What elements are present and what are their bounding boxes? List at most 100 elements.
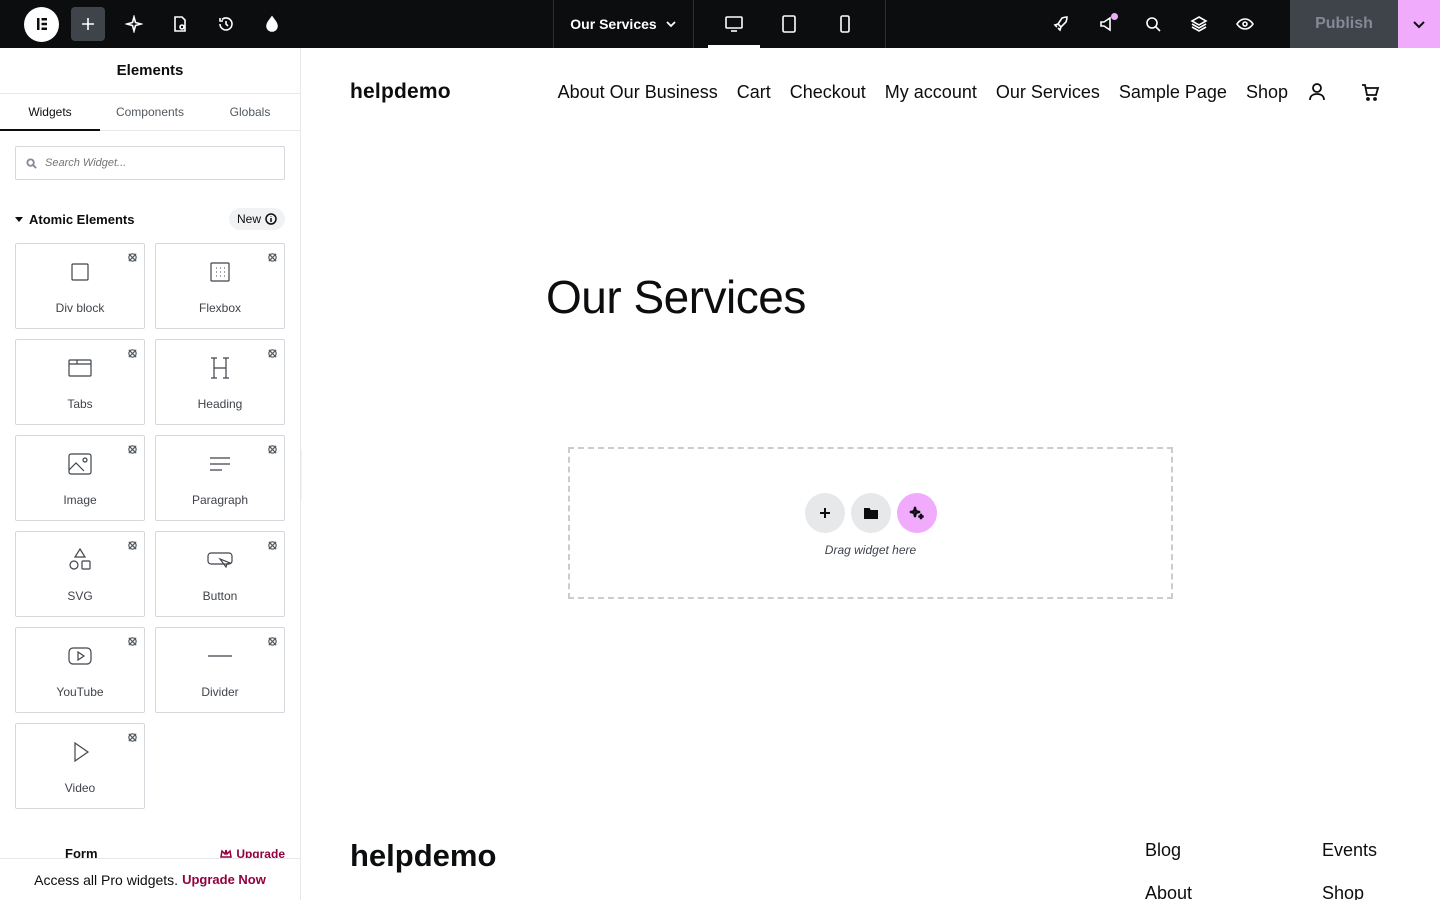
badge-label: New <box>236 212 261 226</box>
pin-icon[interactable] <box>267 538 278 556</box>
paragraph-icon <box>206 450 234 483</box>
site-brand[interactable]: helpdemo <box>350 80 451 104</box>
elements-panel: Elements Widgets Components Globals Atom… <box>0 48 301 900</box>
ai-generate-button[interactable] <box>896 493 937 533</box>
upgrade-now-link[interactable]: Upgrade Now <box>182 872 266 887</box>
pin-icon[interactable] <box>127 538 138 556</box>
widget-label: Video <box>64 780 96 795</box>
chevron-down-icon <box>666 21 676 28</box>
button-icon <box>206 546 234 579</box>
cart-icon[interactable] <box>1360 82 1380 102</box>
mobile-icon <box>840 15 850 33</box>
nav-item-about[interactable]: About Our Business <box>558 82 718 103</box>
document-title-dropdown[interactable]: Our Services <box>553 0 694 48</box>
notifications-button[interactable] <box>1090 7 1124 41</box>
desktop-mode-button[interactable] <box>707 0 760 48</box>
page-settings-icon <box>174 16 186 32</box>
footer-link-events[interactable]: Events <box>1322 840 1377 861</box>
nav-item-checkout[interactable]: Checkout <box>790 82 866 103</box>
search-icon <box>1146 17 1161 32</box>
notification-dot <box>1111 13 1118 20</box>
add-element-button[interactable] <box>71 7 105 41</box>
footer-link-blog[interactable]: Blog <box>1145 840 1192 861</box>
page-heading[interactable]: Our Services <box>546 270 806 324</box>
widget-heading[interactable]: Heading <box>155 339 285 425</box>
widget-div-block[interactable]: Div block <box>15 243 145 329</box>
history-button[interactable] <box>209 7 243 41</box>
page-settings-button[interactable] <box>163 7 197 41</box>
pin-icon[interactable] <box>267 250 278 268</box>
chevron-down-icon <box>1413 21 1425 29</box>
widget-search[interactable] <box>15 146 285 180</box>
plus-icon <box>82 18 94 30</box>
tab-globals[interactable]: Globals <box>200 94 300 130</box>
dropzone-label: Drag widget here <box>824 543 917 557</box>
finder-button[interactable] <box>1136 7 1170 41</box>
footer-column-2: Events Shop <box>1322 840 1377 900</box>
tablet-mode-button[interactable] <box>769 0 809 48</box>
structure-button[interactable] <box>1182 7 1216 41</box>
divider-icon <box>206 642 234 675</box>
publish-button[interactable]: Publish <box>1290 0 1398 48</box>
pin-icon[interactable] <box>267 346 278 364</box>
nav-item-my-account[interactable]: My account <box>885 82 977 103</box>
add-section-button[interactable] <box>804 493 845 533</box>
plus-icon <box>819 508 830 518</box>
footer-link-about[interactable]: About <box>1145 883 1192 900</box>
widget-paragraph[interactable]: Paragraph <box>155 435 285 521</box>
pin-icon[interactable] <box>267 442 278 460</box>
widget-tabs[interactable]: Tabs <box>15 339 145 425</box>
caret-down-icon <box>15 216 23 222</box>
theme-style-button[interactable] <box>255 7 289 41</box>
folder-icon <box>863 508 878 519</box>
widget-image[interactable]: Image <box>15 435 145 521</box>
pin-icon[interactable] <box>127 634 138 652</box>
widget-label: YouTube <box>56 684 104 699</box>
site-header: helpdemo About Our Business Cart Checkou… <box>350 78 1380 106</box>
tab-widgets[interactable]: Widgets <box>0 94 100 131</box>
pin-icon[interactable] <box>127 250 138 268</box>
pin-icon[interactable] <box>127 730 138 748</box>
sparkle-icon <box>909 506 924 520</box>
empty-section-dropzone[interactable]: Drag widget here <box>568 447 1173 599</box>
tab-components[interactable]: Components <box>100 94 200 130</box>
footer-link-shop[interactable]: Shop <box>1322 883 1377 900</box>
site-nav: About Our Business Cart Checkout My acco… <box>558 82 1380 103</box>
rocket-icon <box>1053 16 1068 32</box>
widget-label: Div block <box>55 300 105 315</box>
template-library-button[interactable] <box>850 493 891 533</box>
elementor-logo-icon[interactable] <box>24 6 59 42</box>
footer-column-1: Blog About <box>1145 840 1192 900</box>
image-icon <box>66 450 94 483</box>
site-settings-button[interactable] <box>117 7 151 41</box>
dropzone-buttons <box>804 493 937 533</box>
section-title-group: Atomic Elements <box>15 212 134 227</box>
atomic-elements-section-header[interactable]: Atomic Elements New <box>15 207 285 231</box>
widget-label: Flexbox <box>198 300 242 315</box>
tabs-icon <box>66 354 94 387</box>
publish-options-button[interactable] <box>1398 0 1440 48</box>
widget-grid: Div block Flexbox Tabs Heading Image Par… <box>15 243 285 809</box>
new-badge: New <box>228 208 285 230</box>
widget-video[interactable]: Video <box>15 723 145 809</box>
widget-button[interactable]: Button <box>155 531 285 617</box>
responsive-mode-switcher <box>694 0 886 48</box>
widget-flexbox[interactable]: Flexbox <box>155 243 285 329</box>
widget-divider[interactable]: Divider <box>155 627 285 713</box>
nav-item-our-services[interactable]: Our Services <box>996 82 1100 103</box>
widget-search-input[interactable] <box>45 157 265 169</box>
nav-item-shop[interactable]: Shop <box>1246 82 1288 103</box>
pin-icon[interactable] <box>267 634 278 652</box>
launch-button[interactable] <box>1044 7 1078 41</box>
nav-item-cart[interactable]: Cart <box>737 82 771 103</box>
pin-icon[interactable] <box>127 442 138 460</box>
mobile-mode-button[interactable] <box>825 0 865 48</box>
pin-icon[interactable] <box>127 346 138 364</box>
preview-button[interactable] <box>1228 7 1262 41</box>
eye-icon <box>1236 18 1254 30</box>
footer-brand[interactable]: helpdemo <box>350 838 496 874</box>
user-icon[interactable] <box>1307 82 1327 102</box>
widget-svg[interactable]: SVG <box>15 531 145 617</box>
widget-youtube[interactable]: YouTube <box>15 627 145 713</box>
nav-item-sample-page[interactable]: Sample Page <box>1119 82 1227 103</box>
